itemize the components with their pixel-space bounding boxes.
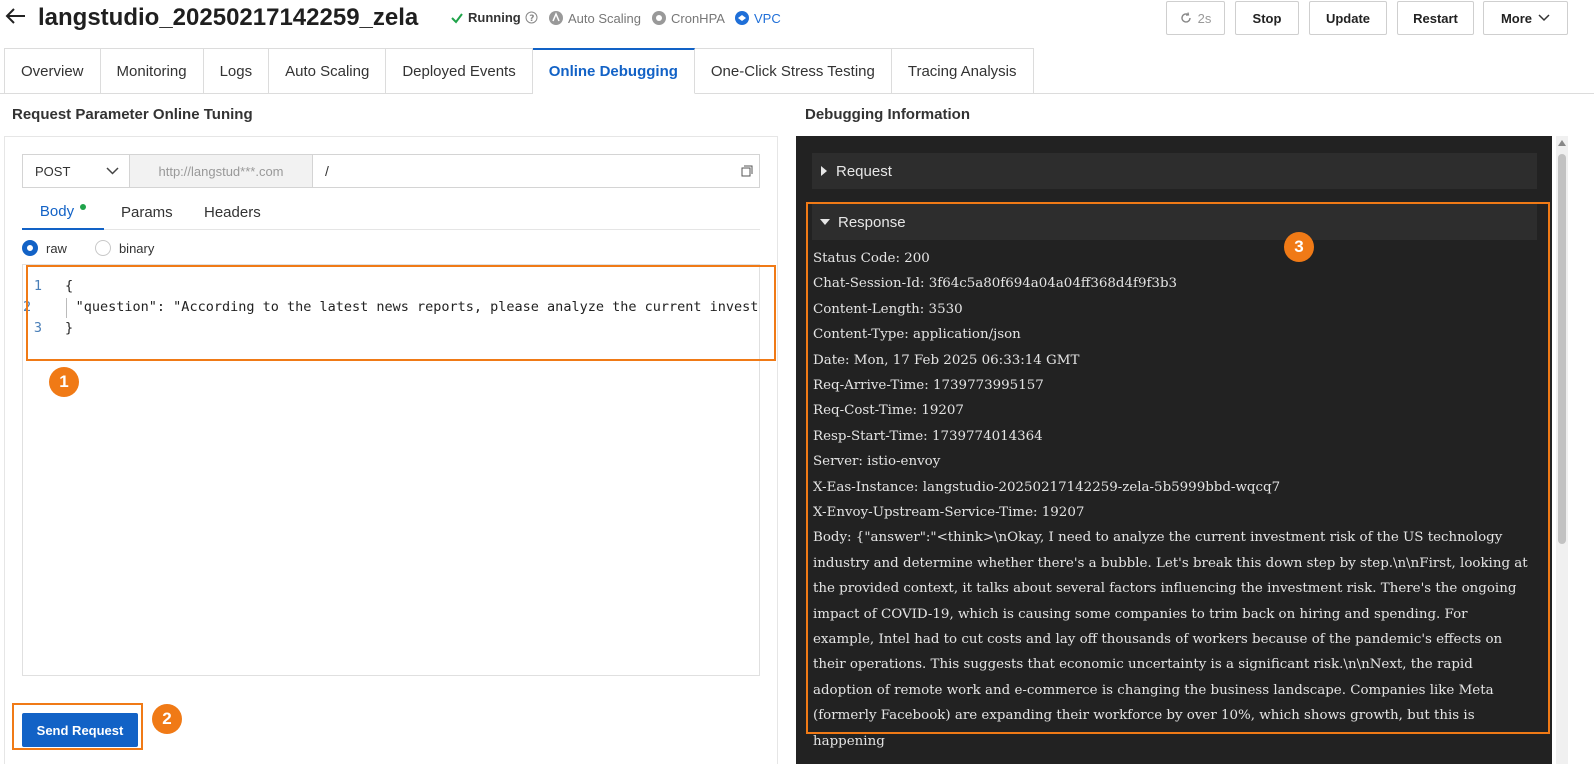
modified-dot [80, 204, 87, 210]
scroll-up-arrow-icon[interactable] [1558, 140, 1566, 146]
tab-tracing-analysis[interactable]: Tracing Analysis [891, 48, 1034, 94]
stop-button[interactable]: Stop [1235, 1, 1299, 35]
method-select[interactable]: POST [22, 154, 130, 188]
restart-button[interactable]: Restart [1397, 1, 1474, 35]
tab-logs[interactable]: Logs [203, 48, 270, 94]
tab-monitoring[interactable]: Monitoring [100, 48, 204, 94]
status-vpc: VPC [734, 10, 781, 26]
subtab-params[interactable]: Params [121, 194, 173, 230]
status-cronhpa: CronHPA [651, 10, 725, 26]
radio-binary[interactable] [94, 240, 111, 256]
body-format-radio-group: raw binary [22, 240, 154, 256]
method-value: POST [35, 163, 71, 179]
status-running: Running ? [450, 10, 538, 25]
url-path-input[interactable]: / [312, 154, 760, 188]
more-button[interactable]: More [1483, 1, 1568, 35]
more-label: More [1500, 10, 1533, 26]
scroll-thumb[interactable] [1558, 154, 1566, 544]
request-tuning-title: Request Parameter Online Tuning [12, 106, 253, 123]
subtab-headers[interactable]: Headers [204, 194, 261, 230]
send-request-button[interactable]: Send Request [22, 713, 138, 747]
url-path-value: / [325, 163, 329, 179]
subtab-body-label: Body [39, 202, 75, 220]
page-header: langstudio_20250217142259_zela Running ?… [0, 0, 1594, 40]
request-subtabs: Body Params Headers [22, 194, 760, 230]
check-icon [451, 12, 463, 24]
status-vpc-label: VPC [754, 10, 781, 26]
radio-raw[interactable] [22, 240, 38, 256]
status-cronhpa-label: CronHPA [671, 10, 725, 26]
page-title: langstudio_20250217142259_zela [38, 4, 419, 31]
tab-online-debugging[interactable]: Online Debugging [532, 48, 695, 94]
auto-scaling-icon [549, 11, 563, 25]
tab-auto-scaling[interactable]: Auto Scaling [269, 48, 387, 94]
expand-icon[interactable] [741, 165, 753, 177]
tab-deployed-events[interactable]: Deployed Events [386, 48, 533, 94]
radio-raw-label: raw [46, 240, 67, 256]
response-scrollbar[interactable] [1556, 136, 1568, 764]
callout-box-3 [806, 202, 1550, 734]
url-host: http://langstud***.com [130, 154, 312, 188]
callout-box-1 [26, 265, 776, 361]
tab-overview[interactable]: Overview [4, 48, 101, 94]
radio-binary-label: binary [118, 240, 155, 256]
chevron-down-icon [106, 167, 119, 175]
chevron-down-icon [1538, 14, 1550, 22]
back-arrow-icon[interactable] [4, 4, 28, 28]
refresh-interval: 2s [1197, 10, 1212, 26]
callout-badge-3: 3 [1284, 232, 1314, 262]
refresh-icon [1180, 12, 1191, 23]
callout-badge-1: 1 [49, 367, 79, 397]
refresh-button[interactable]: 2s [1166, 1, 1225, 35]
main-tabs: Overview Monitoring Logs Auto Scaling De… [4, 48, 1034, 94]
status-auto-scaling: Auto Scaling [548, 10, 641, 26]
svg-text:?: ? [529, 14, 534, 24]
vpc-icon [735, 11, 749, 25]
update-button[interactable]: Update [1309, 1, 1387, 35]
status-running-label: Running [468, 10, 521, 25]
status-auto-scaling-label: Auto Scaling [568, 10, 641, 26]
help-icon[interactable]: ? [525, 11, 538, 24]
debugging-info-title: Debugging Information [805, 106, 970, 123]
subtab-body[interactable]: Body [22, 194, 104, 230]
callout-badge-2: 2 [152, 704, 182, 734]
cronhpa-icon [652, 11, 666, 25]
tab-stress-testing[interactable]: One-Click Stress Testing [694, 48, 892, 94]
